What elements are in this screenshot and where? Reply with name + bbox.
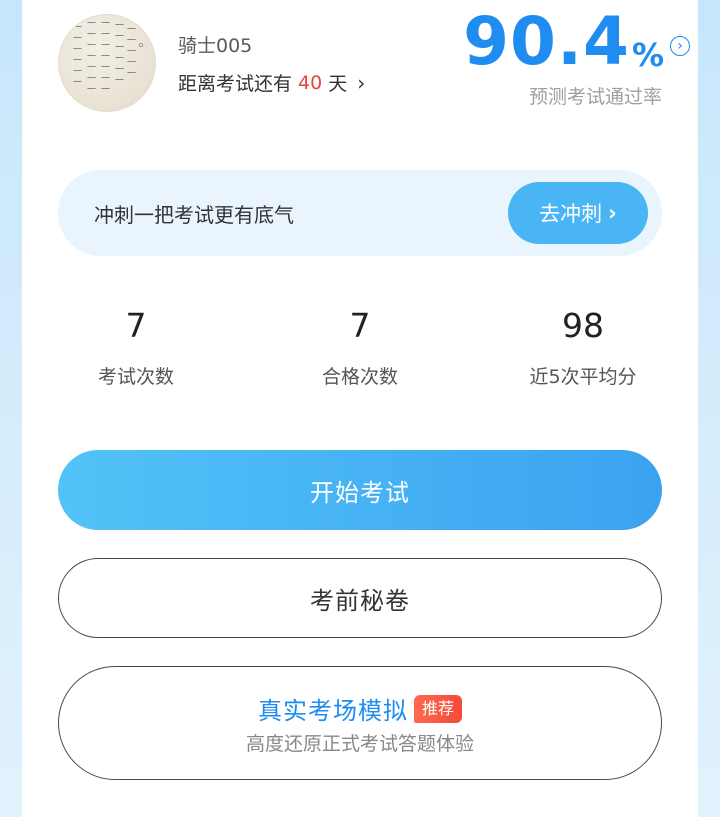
avatar-calligraphy-decoration: 一一一一一一 — [73, 23, 83, 88]
stat-average-score: 98 近5次平均分 — [483, 300, 683, 389]
sprint-button[interactable]: 去冲刺 › — [508, 182, 648, 244]
avatar[interactable]: 一一一一一一 一一一一一一一 一一一一一一一 一一一一一一 一一一一一 ◦ — [58, 14, 156, 112]
countdown-suffix: 天 — [328, 73, 348, 95]
stat-value: 7 — [125, 306, 147, 345]
exam-card: 一一一一一一 一一一一一一一 一一一一一一一 一一一一一一 一一一一一 ◦ 骑士… — [22, 0, 698, 817]
pass-rate[interactable]: 90.4 % › 预测考试通过率 — [463, 4, 690, 109]
sprint-button-label: 去冲刺 — [539, 202, 603, 226]
sprint-text: 冲刺一把考试更有底气 — [94, 203, 294, 227]
chevron-right-icon: › — [608, 201, 617, 225]
sprint-banner: 冲刺一把考试更有底气 去冲刺 › — [58, 170, 662, 256]
mock-exam-button[interactable]: 真实考场模拟 推荐 高度还原正式考试答题体验 — [58, 666, 662, 780]
start-exam-button[interactable]: 开始考试 — [58, 450, 662, 530]
pass-rate-label: 预测考试通过率 — [528, 86, 662, 108]
exam-stats: 7 考试次数 7 合格次数 98 近5次平均分 — [22, 300, 698, 410]
username: 骑士005 — [178, 35, 253, 57]
pass-rate-unit: % — [631, 36, 664, 74]
mock-exam-subtitle: 高度还原正式考试答题体验 — [245, 733, 474, 755]
chevron-right-icon: › — [357, 70, 366, 95]
pass-rate-value: 90.4 — [463, 3, 630, 80]
stat-value: 98 — [562, 306, 604, 345]
stat-label: 考试次数 — [97, 366, 174, 388]
stat-label: 近5次平均分 — [529, 366, 637, 388]
exam-countdown[interactable]: 距离考试还有 40 天 › — [178, 69, 365, 96]
stat-value: 7 — [349, 306, 371, 345]
countdown-prefix: 距离考试还有 — [178, 73, 293, 95]
stat-label: 合格次数 — [321, 366, 398, 388]
stat-pass-count: 7 合格次数 — [260, 300, 460, 389]
mock-exam-title: 真实考场模拟 — [257, 697, 408, 725]
circle-chevron-right-icon[interactable]: › — [670, 36, 690, 56]
countdown-days: 40 — [298, 71, 323, 94]
stat-exam-count: 7 考试次数 — [36, 300, 236, 389]
recommend-badge: 推荐 — [413, 694, 462, 723]
pre-exam-secret-paper-button[interactable]: 考前秘卷 — [58, 558, 662, 638]
